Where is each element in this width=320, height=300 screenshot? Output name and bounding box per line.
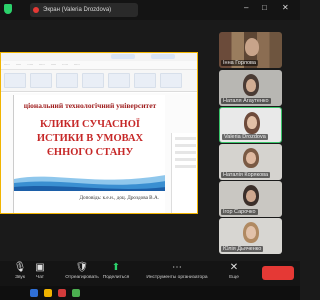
slide-author: Доповідь: к.е.н., доц. Дроздова В.А. <box>79 195 159 201</box>
participant-tile[interactable]: Наталя Агаутенко <box>219 70 282 106</box>
chat-button[interactable]: ▣ Чат <box>20 262 60 280</box>
toolbar-label: Инструменты организатора <box>146 275 208 280</box>
ribbon-button[interactable] <box>82 73 104 88</box>
app-title-bar <box>1 53 197 61</box>
participant-tile[interactable]: Юлія Дьяченко <box>219 218 282 254</box>
slide-title-line: ИСТИКИ В УМОВАХ <box>36 133 144 144</box>
meeting-top-bar: Экран (Valeria Drozdova) – □ ✕ <box>0 0 300 20</box>
recording-dot-icon <box>33 7 39 13</box>
taskbar-app-icon[interactable] <box>44 289 52 297</box>
participant-name: Інна Горлова <box>221 60 258 66</box>
chat-icon: ▣ <box>35 262 45 273</box>
slide-title-line: КЛИКИ СУЧАСНОЇ <box>40 119 140 130</box>
meeting-toolbar: 🎙 Звук ▣ Чат 🛡 Отреагировать ⬆ Поделитьс… <box>0 261 300 286</box>
host-tools-icon: ⋯ <box>172 262 182 273</box>
participant-name: Наталя Агаутенко <box>221 98 271 104</box>
security-shield-icon[interactable] <box>4 4 12 14</box>
ribbon-tab[interactable]: ····· <box>4 63 10 67</box>
slide-area: ціональний технологічний університет КЛИ… <box>1 93 197 213</box>
share-screen-button[interactable]: ⬆ Поделиться <box>96 262 136 280</box>
slide-wave-decoration <box>14 175 165 191</box>
ribbon-button[interactable] <box>108 73 130 88</box>
share-screen-icon: ⬆ <box>111 262 121 273</box>
participant-tile[interactable]: Valeria Drozdova <box>219 107 282 143</box>
toolbar-label: Чат <box>36 275 44 280</box>
participant-name: Ігор Сарочко <box>221 209 258 215</box>
slide-title-line: ЄННОГО СТАНУ <box>46 147 134 158</box>
presentation-slide: ціональний технологічний університет КЛИ… <box>13 95 165 213</box>
share-title: Экран (Valeria Drozdova) <box>43 7 112 13</box>
slide-university: ціональний технологічний університет <box>23 101 157 110</box>
participant-name: Valeria Drozdova <box>222 134 268 140</box>
ribbon-button[interactable] <box>30 73 52 88</box>
os-taskbar <box>0 286 300 300</box>
participant-tile[interactable]: Інна Горлова <box>219 32 282 68</box>
ribbon-tab[interactable]: ····· <box>62 63 68 67</box>
ribbon-button[interactable] <box>160 73 182 88</box>
app-window-control[interactable] <box>151 54 175 59</box>
participant-tile[interactable]: Ігор Сарочко <box>219 181 282 217</box>
more-icon: ✕ <box>229 262 239 273</box>
minimize-icon[interactable]: – <box>244 3 248 13</box>
host-tools-button[interactable]: ⋯ Инструменты организатора <box>146 262 208 280</box>
app-window-control[interactable] <box>111 54 135 59</box>
more-button[interactable]: ✕ Еще <box>214 262 254 280</box>
screen-share-indicator[interactable]: Экран (Valeria Drozdova) <box>30 3 138 17</box>
toolbar-label: Еще <box>229 275 239 280</box>
participant-name: Юлія Дьяченко <box>221 246 264 252</box>
ribbon-tabs: ····· ····· ····· ····· ····· ····· ····… <box>1 61 197 70</box>
participant-tile[interactable]: Наталія Корякова <box>219 144 282 180</box>
ribbon-tab[interactable]: ····· <box>51 63 57 67</box>
ribbon-tab[interactable]: ····· <box>27 63 33 67</box>
leave-button[interactable] <box>262 266 294 280</box>
ribbon-tab[interactable]: ····· <box>74 63 80 67</box>
taskbar-app-icon[interactable] <box>58 289 66 297</box>
shared-screen: ····· ····· ····· ····· ····· ····· ····… <box>0 52 198 214</box>
maximize-icon[interactable]: □ <box>262 3 267 13</box>
taskbar-app-icon[interactable] <box>72 289 80 297</box>
ribbon-toolbar <box>1 70 197 92</box>
ribbon-tab[interactable]: ····· <box>39 63 45 67</box>
ribbon-tab[interactable]: ····· <box>16 63 22 67</box>
toolbar-label: Поделиться <box>102 275 130 280</box>
ribbon-button[interactable] <box>134 73 156 88</box>
ribbon-button[interactable] <box>56 73 78 88</box>
ribbon-button[interactable] <box>4 73 26 88</box>
close-icon[interactable]: ✕ <box>282 3 289 13</box>
taskbar-app-icon[interactable] <box>30 289 38 297</box>
participant-name: Наталія Корякова <box>221 172 271 178</box>
side-pane <box>171 133 197 213</box>
